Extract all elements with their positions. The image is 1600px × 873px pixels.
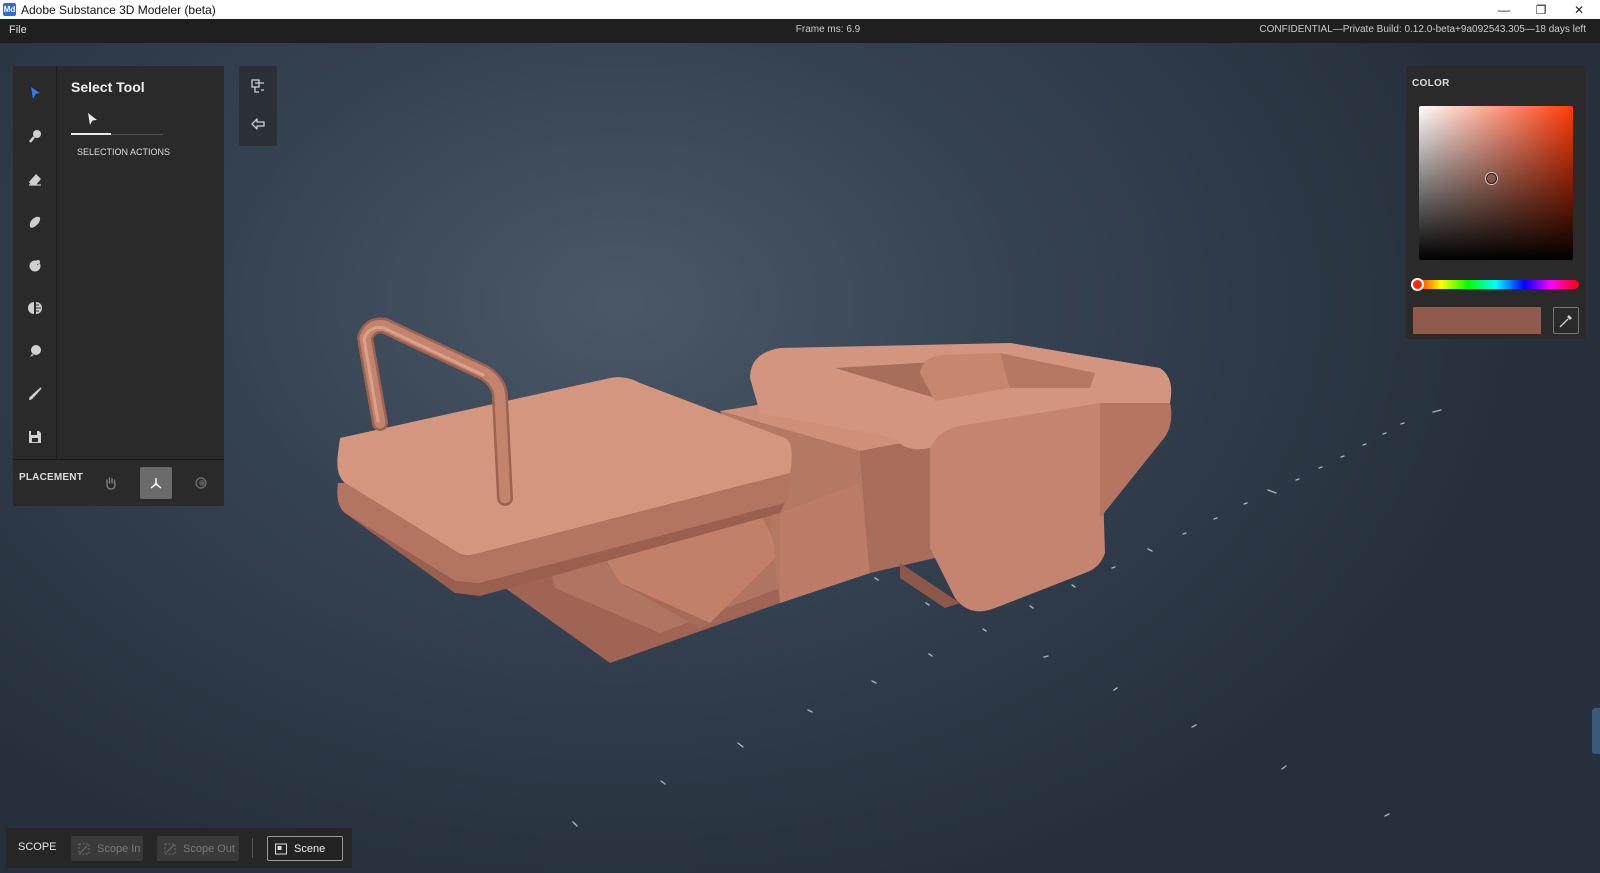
panel-title: Select Tool [71, 79, 145, 95]
scene-icon [275, 843, 287, 854]
eyedropper-button[interactable] [1553, 307, 1579, 334]
tool-smooth[interactable] [22, 209, 48, 235]
balloon-icon [30, 345, 41, 357]
maximize-button[interactable]: ❐ [1523, 0, 1559, 19]
placement-label: PLACEMENT [19, 472, 84, 483]
tool-stamp[interactable] [22, 252, 48, 278]
viewport-3d[interactable] [0, 43, 1600, 873]
saturation-value-picker[interactable] [1419, 106, 1573, 260]
scope-out-button[interactable]: Scope Out [157, 836, 239, 861]
color-label: COLOR [1412, 78, 1450, 89]
hue-slider[interactable] [1411, 278, 1579, 291]
brush-icon [29, 130, 41, 143]
scope-out-icon [164, 843, 176, 854]
hand-icon [106, 477, 116, 490]
tool-rail [13, 66, 57, 459]
scope-bar: SCOPE Scope In Scope Out Scene [6, 828, 352, 868]
viewport-mini-toolbar [239, 66, 277, 146]
frame-selection-button[interactable] [248, 76, 268, 96]
select-icon [31, 87, 40, 99]
build-info: CONFIDENTIAL—Private Build: 0.12.0-beta+… [1259, 24, 1586, 35]
tab-selection-cursor-icon[interactable] [85, 111, 99, 127]
close-button[interactable]: ✕ [1561, 0, 1597, 19]
scope-in-button[interactable]: Scope In [71, 836, 143, 861]
undo-button[interactable] [248, 114, 268, 134]
tool-brush[interactable] [22, 123, 48, 149]
minimize-button[interactable]: — [1486, 0, 1522, 19]
orbit-icon [195, 477, 207, 489]
color-picker-handle[interactable] [1486, 173, 1497, 184]
scope-divider [252, 838, 253, 858]
stamp-icon [29, 259, 41, 272]
tool-tabs [71, 109, 163, 135]
scope-label: SCOPE [18, 841, 57, 853]
eyedropper-icon [1559, 314, 1572, 327]
window-title: Adobe Substance 3D Modeler (beta) [21, 2, 216, 17]
active-tab-indicator [71, 133, 111, 135]
right-panel-drawer-handle[interactable] [1592, 708, 1600, 754]
placement-hand-button[interactable] [95, 467, 127, 499]
title-bar: Md Adobe Substance 3D Modeler (beta) — ❐… [0, 0, 1600, 19]
frame-selection-icon [251, 79, 264, 93]
hue-slider-knob[interactable] [1411, 278, 1424, 291]
eraser-icon [29, 174, 41, 186]
smooth-icon [29, 216, 41, 228]
save-icon [29, 431, 41, 443]
placement-section: PLACEMENT [13, 459, 224, 506]
tool-select[interactable] [22, 80, 48, 106]
tool-save[interactable] [22, 424, 48, 450]
color-panel: COLOR [1406, 66, 1586, 339]
axis-gizmo-icon [150, 478, 162, 489]
scene-label: Scene [294, 842, 326, 855]
tool-erase[interactable] [22, 166, 48, 192]
tool-balloon[interactable] [22, 338, 48, 364]
selection-actions-label: SELECTION ACTIONS [77, 147, 171, 157]
current-color-swatch[interactable] [1413, 307, 1541, 334]
app-logo-icon: Md [3, 3, 16, 16]
scope-in-icon [78, 843, 90, 854]
scene-button[interactable]: Scene [267, 836, 343, 861]
scene-canvas[interactable] [0, 43, 1600, 873]
placement-gizmo-button[interactable] [140, 467, 172, 499]
undo-icon [251, 118, 265, 130]
tool-symmetry[interactable] [22, 295, 48, 321]
scope-in-label: Scope In [97, 842, 141, 855]
tool-paint[interactable] [22, 381, 48, 407]
scope-out-label: Scope Out [183, 842, 235, 855]
menu-bar: File Frame ms: 6.9 CONFIDENTIAL—Private … [0, 19, 1600, 43]
placement-orbit-button[interactable] [185, 467, 217, 499]
symmetry-icon [28, 302, 42, 314]
tool-panel: Select Tool SELECTION ACTIONS PLACEMENT [13, 66, 224, 506]
clay-model[interactable] [337, 317, 1172, 664]
paint-icon [29, 387, 42, 400]
